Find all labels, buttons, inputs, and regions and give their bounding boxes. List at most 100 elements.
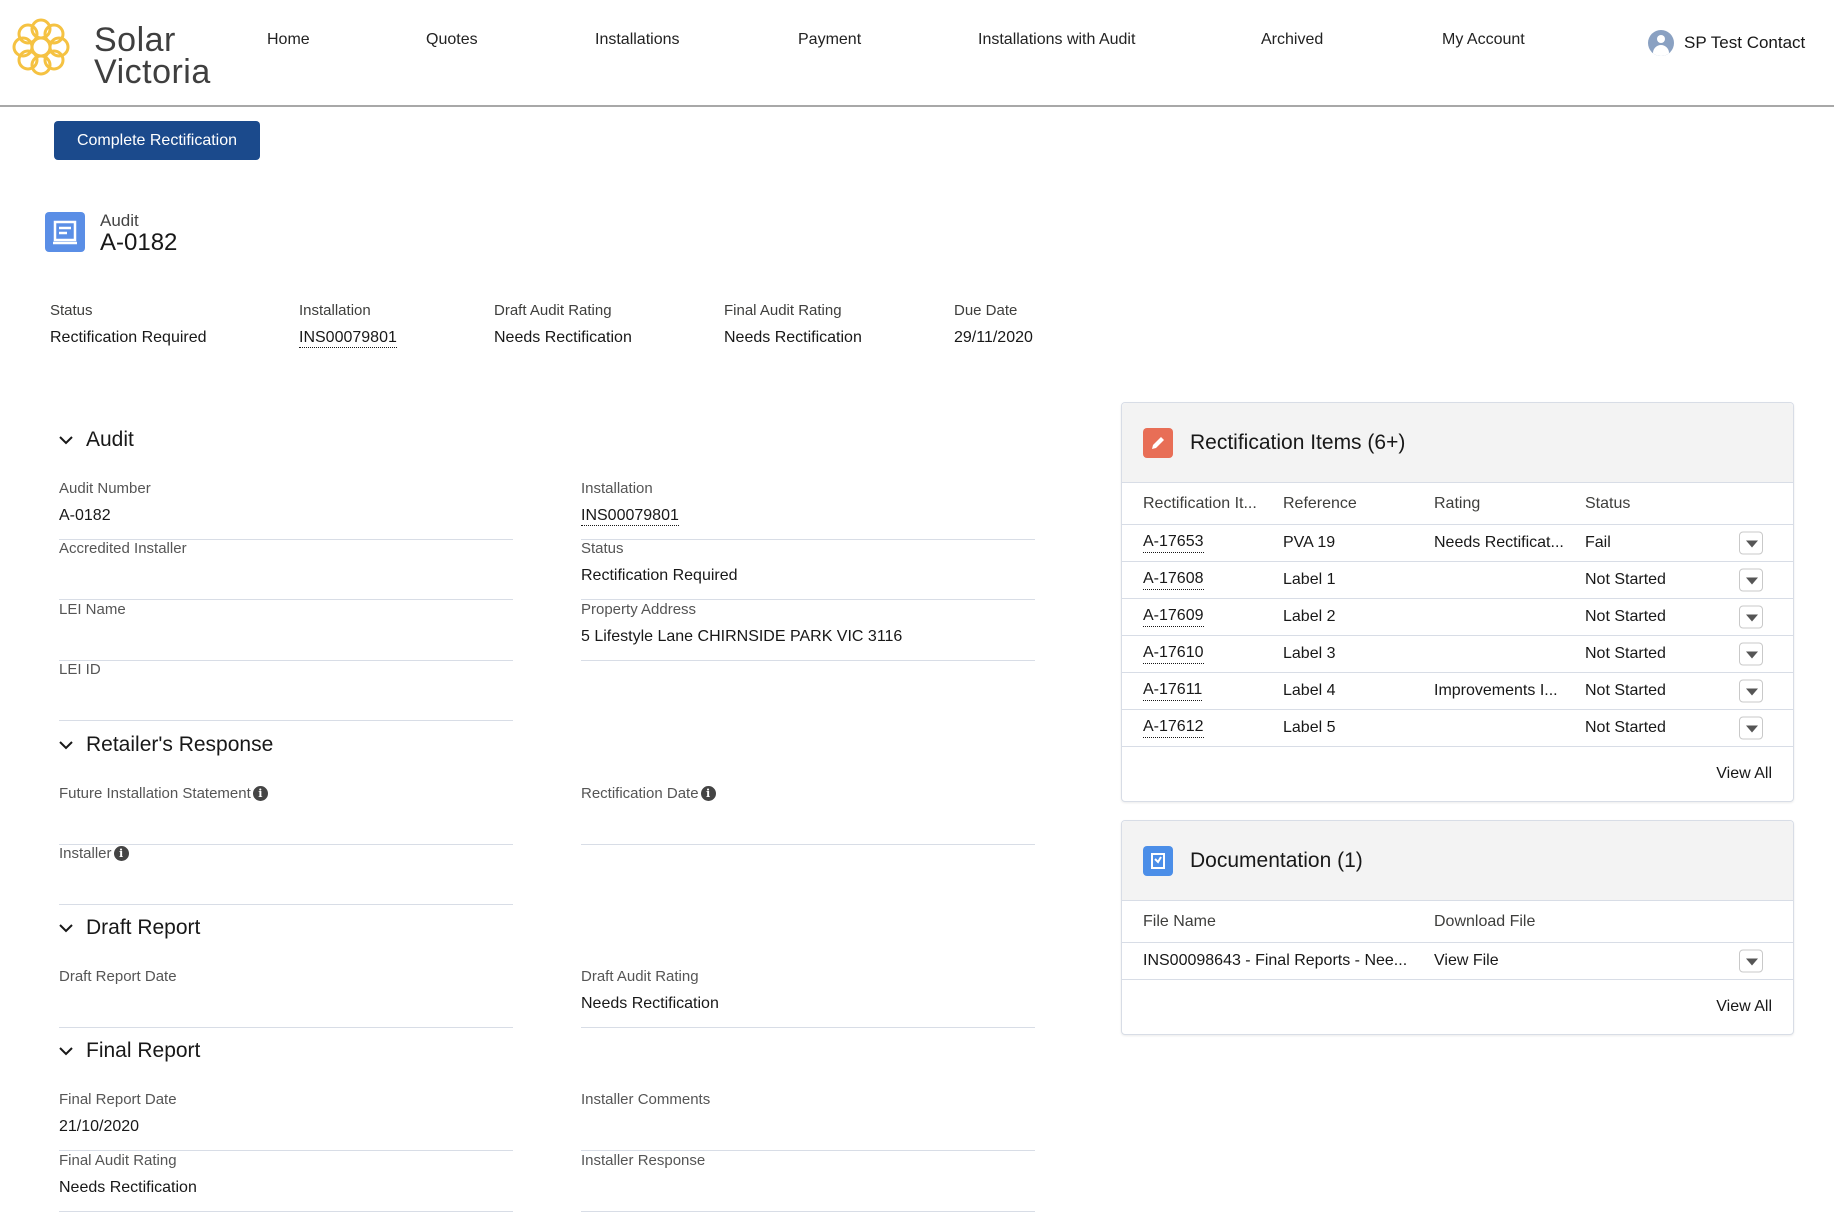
nav-my-account[interactable]: My Account (1442, 31, 1525, 49)
section-draft-report-toggle[interactable]: Draft Report (56, 916, 200, 940)
table-row: A-17610 Label 3 Not Started (1122, 636, 1793, 673)
nav-payment[interactable]: Payment (798, 31, 861, 49)
field-final-audit-rating: Final Audit Rating Needs Rectification (59, 1152, 513, 1212)
row-actions-dropdown[interactable] (1739, 531, 1763, 555)
view-all-link[interactable]: View All (1716, 765, 1772, 783)
table-row: A-17608 Label 1 Not Started (1122, 562, 1793, 599)
pencil-icon (1143, 427, 1173, 458)
brand-name: Solar Victoria (94, 21, 211, 91)
solar-victoria-logo[interactable]: Solar Victoria (8, 12, 210, 89)
info-icon[interactable]: i (252, 786, 268, 801)
record-title: A-0182 (100, 229, 178, 256)
nav-archived[interactable]: Archived (1261, 31, 1323, 49)
brand-line-1: Solar (94, 21, 176, 59)
table-header: File Name Download File (1122, 901, 1793, 943)
field-final-report-date: Final Report Date 21/10/2020 (59, 1091, 513, 1151)
table-row: INS00098643 - Final Reports - Nee... Vie… (1122, 943, 1793, 980)
user-name: SP Test Contact (1684, 33, 1806, 52)
row-actions-dropdown[interactable] (1739, 949, 1763, 973)
file-name-link[interactable]: INS00098643 - Final Reports - Nee... (1143, 952, 1423, 970)
info-icon[interactable]: i (113, 846, 129, 861)
nav-installations[interactable]: Installations (595, 31, 680, 49)
field-draft-audit-rating: Draft Audit Rating Needs Rectification (581, 968, 1035, 1028)
column-header[interactable]: Status (1585, 495, 1630, 513)
highlight-status: Status Rectification Required (50, 302, 207, 346)
chevron-down-icon (59, 1047, 73, 1056)
row-actions-dropdown[interactable] (1739, 605, 1763, 629)
document-icon (1143, 845, 1173, 876)
nav-installations-with-audit[interactable]: Installations with Audit (978, 31, 1135, 49)
section-audit-toggle[interactable]: Audit (56, 428, 134, 452)
highlight-draft-audit-rating: Draft Audit Rating Needs Rectification (494, 302, 632, 346)
section-final-report-toggle[interactable]: Final Report (56, 1039, 200, 1063)
section-title: Draft Report (86, 916, 201, 939)
section-title: Retailer's Response (86, 733, 274, 756)
info-icon[interactable]: i (700, 786, 716, 801)
audit-record-icon (45, 212, 85, 252)
nav-quotes[interactable]: Quotes (426, 31, 478, 49)
field-property-address: Property Address 5 Lifestyle Lane CHIRNS… (581, 601, 1035, 661)
highlight-installation: Installation INS00079801 (299, 302, 397, 348)
field-installer: Installer i (59, 845, 513, 905)
installation-link[interactable]: INS00079801 (299, 329, 397, 348)
row-actions-dropdown[interactable] (1739, 679, 1763, 703)
field-status: Status Rectification Required (581, 540, 1035, 600)
field-future-installation-statement: Future Installation Statement i (59, 785, 513, 845)
field-lei-id: LEI ID (59, 661, 513, 721)
section-title: Audit (86, 428, 134, 451)
row-actions-dropdown[interactable] (1739, 568, 1763, 592)
field-draft-report-date: Draft Report Date (59, 968, 513, 1028)
card-header: Documentation (1) (1122, 821, 1793, 901)
column-header[interactable]: File Name (1143, 913, 1216, 931)
column-header[interactable]: Reference (1283, 495, 1357, 513)
table-row: A-17653 PVA 19 Needs Rectificat... Fail (1122, 525, 1793, 562)
documentation-card: Documentation (1) File Name Download Fil… (1121, 820, 1794, 1035)
nav-home[interactable]: Home (267, 31, 310, 49)
field-audit-number: Audit Number A-0182 (59, 480, 513, 540)
rectification-items-title[interactable]: Rectification Items (6+) (1190, 431, 1405, 455)
rectification-items-card: Rectification Items (6+) Rectification I… (1121, 402, 1794, 802)
column-header[interactable]: Download File (1434, 913, 1535, 931)
record-type: Audit (100, 211, 139, 230)
rectification-item-link[interactable]: A-17610 (1143, 644, 1204, 664)
row-actions-dropdown[interactable] (1739, 642, 1763, 666)
sun-logo-icon (12, 18, 70, 76)
site-header: Solar Victoria Home Quotes Installations… (0, 0, 1834, 107)
rectification-item-link[interactable]: A-17611 (1143, 681, 1203, 701)
documentation-title[interactable]: Documentation (1) (1190, 849, 1363, 873)
card-footer: View All (1122, 980, 1793, 1034)
rectification-item-link[interactable]: A-17609 (1143, 607, 1204, 627)
field-lei-name: LEI Name (59, 601, 513, 661)
section-title: Final Report (86, 1039, 201, 1062)
field-installer-response: Installer Response (581, 1152, 1035, 1212)
highlight-due-date: Due Date 29/11/2020 (954, 302, 1033, 346)
rectification-item-link[interactable]: A-17653 (1143, 533, 1204, 553)
column-header[interactable]: Rating (1434, 495, 1480, 513)
installation-link[interactable]: INS00079801 (581, 507, 679, 526)
brand-line-2: Victoria (94, 53, 211, 91)
rectification-item-link[interactable]: A-17608 (1143, 570, 1204, 590)
chevron-down-icon (59, 436, 73, 445)
card-header: Rectification Items (6+) (1122, 403, 1793, 483)
row-actions-dropdown[interactable] (1739, 716, 1763, 740)
table-row: A-17611 Label 4 Improvements I... Not St… (1122, 673, 1793, 710)
complete-rectification-button[interactable]: Complete Rectification (54, 121, 260, 160)
card-footer: View All (1122, 747, 1793, 801)
table-header: Rectification It... Reference Rating Sta… (1122, 483, 1793, 525)
field-installation: Installation INS00079801 (581, 480, 1035, 540)
field-accredited-installer: Accredited Installer (59, 540, 513, 600)
highlight-final-audit-rating: Final Audit Rating Needs Rectification (724, 302, 862, 346)
view-all-link[interactable]: View All (1716, 998, 1772, 1016)
column-header[interactable]: Rectification It... (1143, 495, 1268, 513)
field-installer-comments: Installer Comments (581, 1091, 1035, 1151)
view-file-link[interactable]: View File (1434, 952, 1499, 970)
chevron-down-icon (59, 924, 73, 933)
table-row: A-17609 Label 2 Not Started (1122, 599, 1793, 636)
table-row: A-17612 Label 5 Not Started (1122, 710, 1793, 747)
field-rectification-date: Rectification Date i (581, 785, 1035, 845)
section-retailers-response-toggle[interactable]: Retailer's Response (56, 733, 273, 757)
rectification-item-link[interactable]: A-17612 (1143, 718, 1204, 738)
chevron-down-icon (59, 741, 73, 750)
user-avatar-icon (1648, 30, 1674, 56)
user-menu[interactable]: SP Test Contact (1648, 30, 1805, 56)
